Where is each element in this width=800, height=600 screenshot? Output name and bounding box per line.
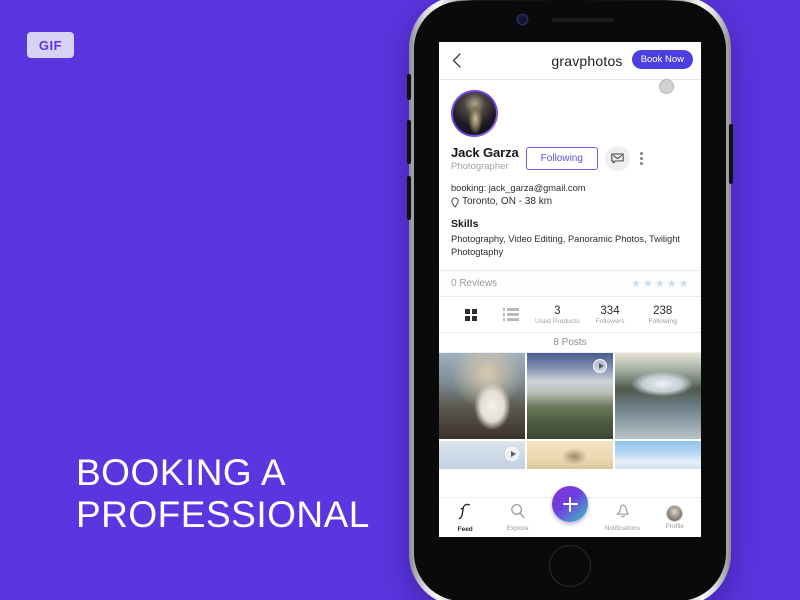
photo-grid (439, 353, 701, 469)
list-view-icon (502, 308, 520, 321)
phone-screen: gravphotos Book Now Jack Garza Photograp… (439, 42, 701, 537)
profile-header: Jack Garza Photographer Following bookin… (439, 80, 701, 259)
grid-view-button[interactable] (451, 308, 491, 321)
avatar[interactable] (451, 90, 498, 137)
cursor-pointer (659, 79, 674, 94)
power-button[interactable] (729, 124, 733, 184)
message-envelope-icon (611, 153, 624, 164)
kebab-menu-icon (639, 152, 643, 155)
tab-bar: Feed Explore Notifications Profile (439, 486, 701, 537)
silence-switch[interactable] (407, 74, 411, 100)
chevron-left-icon (452, 53, 461, 68)
tab-feed[interactable]: Feed (439, 503, 491, 533)
star-icon: ★ (666, 278, 678, 290)
profile-meta: booking: jack_garza@gmail.com Toronto, O… (451, 181, 689, 259)
play-icon (593, 359, 608, 373)
location-text: Toronto, ON - 38 km (462, 196, 553, 207)
stat-following[interactable]: 238 Following (636, 305, 689, 325)
home-button[interactable] (549, 545, 591, 587)
canvas: GIF BOOKING A PROFESSIONAL gravphotos Bo… (0, 0, 800, 600)
camera-icon (518, 15, 527, 24)
stat-used-products[interactable]: 3 Used Products (531, 305, 584, 325)
tab-label: Feed (457, 525, 473, 533)
volume-up-button[interactable] (407, 120, 411, 164)
tab-notifications[interactable]: Notifications (596, 503, 648, 532)
star-icon: ★ (631, 278, 642, 290)
skills-body: Photography, Video Editing, Panoramic Ph… (451, 234, 680, 257)
stat-value: 3 (554, 304, 561, 317)
tab-explore[interactable]: Explore (491, 503, 543, 532)
page-title: BOOKING A PROFESSIONAL (76, 452, 370, 535)
tab-label: Explore (506, 525, 529, 532)
plus-icon[interactable] (552, 486, 588, 522)
tab-profile[interactable]: Profile (649, 505, 701, 530)
phone-device: gravphotos Book Now Jack Garza Photograp… (407, 0, 733, 600)
tab-label: Profile (665, 523, 685, 530)
photo-clouds[interactable] (614, 440, 701, 469)
following-button[interactable]: Following (525, 147, 598, 170)
more-options-button[interactable] (637, 152, 643, 165)
stat-value: 334 (600, 304, 620, 317)
speaker-grille (552, 18, 614, 22)
gif-badge: GIF (27, 32, 74, 58)
location-row: Toronto, ON - 38 km (451, 195, 689, 209)
stat-value: 238 (653, 304, 673, 317)
profile-role: Photographer (451, 161, 509, 172)
photo-valley[interactable] (526, 353, 614, 439)
stat-label: Following (648, 317, 678, 325)
photo-tree[interactable] (526, 440, 614, 469)
star-icon: ★ (654, 278, 666, 290)
feed-script-f-icon (458, 503, 471, 519)
back-button[interactable] (439, 53, 473, 68)
booking-email: booking: jack_garza@gmail.com (451, 183, 586, 193)
star-icon: ★ (643, 278, 654, 290)
volume-down-button[interactable] (407, 176, 411, 220)
grid-view-icon (465, 308, 477, 321)
photo-falls[interactable] (614, 353, 701, 439)
reviews-count: 0 Reviews (451, 278, 498, 289)
profile-name: Jack Garza (451, 145, 519, 160)
list-view-button[interactable] (491, 308, 531, 321)
book-now-button[interactable]: Book Now (631, 50, 693, 69)
avatar-icon (666, 505, 684, 522)
photo-bride[interactable] (439, 353, 526, 439)
name-block: Jack Garza Photographer (451, 145, 519, 172)
avatar-image (453, 92, 496, 135)
stat-label: Used Products (535, 317, 580, 325)
navbar: gravphotos Book Now (439, 42, 701, 80)
photo-sky[interactable] (439, 440, 526, 469)
play-icon (505, 446, 520, 461)
identity-row: Jack Garza Photographer Following (451, 145, 689, 172)
posts-count: 8 Posts (439, 333, 701, 353)
star-icon: ★ (678, 278, 689, 290)
message-button[interactable] (604, 146, 630, 171)
tab-label: Notifications (604, 525, 641, 532)
search-icon (511, 503, 525, 519)
reviews-row[interactable]: 0 Reviews ★ ★ ★ ★ ★ (439, 270, 701, 297)
stat-followers[interactable]: 334 Followers (584, 305, 637, 325)
stat-label: Followers (595, 317, 625, 325)
stats-row: 3 Used Products 334 Followers 238 Follow… (439, 297, 701, 333)
bell-icon (616, 504, 629, 518)
location-pin-icon (451, 197, 459, 208)
skills-heading: Skills (451, 218, 479, 230)
rating-stars[interactable]: ★ ★ ★ ★ ★ (631, 277, 689, 290)
